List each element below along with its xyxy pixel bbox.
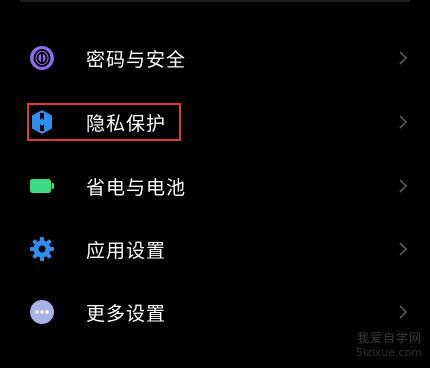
settings-item-label: 密码与安全 — [86, 48, 187, 71]
chevron-right-icon — [396, 113, 410, 131]
settings-item-label: 隐私保护 — [86, 112, 167, 135]
settings-item-privacy[interactable]: 隐私保护 — [0, 93, 430, 151]
settings-item-password-security[interactable]: 密码与安全 — [0, 29, 430, 87]
watermark-url: 5izixue.com — [355, 346, 422, 360]
privacy-shield-icon — [29, 109, 55, 135]
settings-item-apps[interactable]: 应用设置 — [0, 220, 430, 278]
chevron-right-icon — [396, 177, 410, 195]
chevron-right-icon — [396, 49, 410, 67]
chevron-right-icon — [396, 240, 410, 258]
settings-item-label: 省电与电池 — [86, 176, 187, 199]
top-divider — [20, 0, 410, 2]
more-dots-icon — [29, 299, 55, 325]
watermark-title: 我爱自学网 — [356, 331, 422, 346]
battery-icon — [29, 173, 55, 199]
gear-icon — [29, 236, 55, 262]
settings-screen: 密码与安全 隐私保护 省电与电池 应用设置 更多设置 我爱自学网 5izixue… — [0, 0, 430, 368]
chevron-right-icon — [396, 303, 410, 321]
settings-item-label: 应用设置 — [86, 239, 167, 262]
settings-item-label: 更多设置 — [86, 302, 167, 325]
fingerprint-icon — [29, 45, 55, 71]
settings-item-battery[interactable]: 省电与电池 — [0, 157, 430, 215]
watermark: 我爱自学网 5izixue.com — [356, 331, 422, 360]
